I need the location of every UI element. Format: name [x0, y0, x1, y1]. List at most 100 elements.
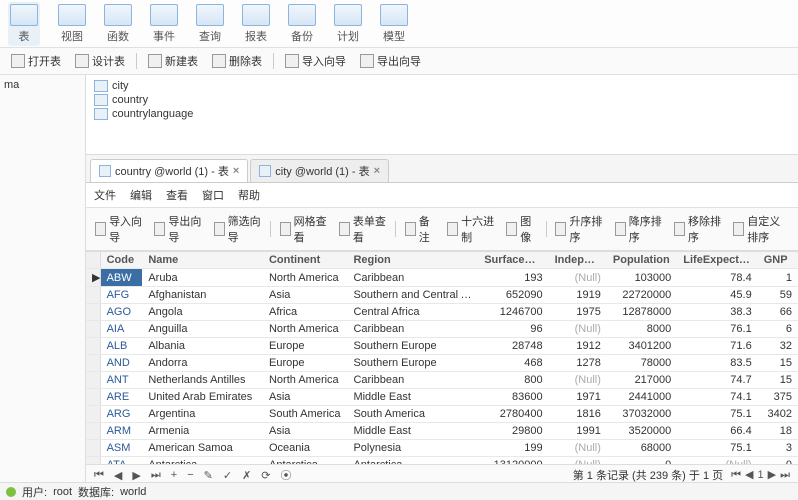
table-row[interactable]: ALBAlbaniaEuropeSouthern Europe287481912…	[86, 338, 798, 355]
cell-Region[interactable]: Polynesia	[347, 440, 478, 457]
cell-GNP[interactable]: 1	[758, 269, 798, 287]
row-header[interactable]	[86, 372, 100, 389]
col-GNP[interactable]: GNP	[758, 252, 798, 269]
cell-Code[interactable]: ARM	[100, 423, 142, 440]
cell-SurfaceArea[interactable]: 652090	[478, 287, 548, 304]
tab[interactable]: city @world (1) - 表×	[250, 159, 389, 182]
col-Code[interactable]: Code	[100, 252, 142, 269]
row-header[interactable]	[86, 423, 100, 440]
cell-Continent[interactable]: Antarctica	[263, 457, 347, 465]
cell-LifeExpectancy[interactable]: 66.4	[677, 423, 757, 440]
cell-IndepYear[interactable]: 1278	[549, 355, 607, 372]
table-row[interactable]: ANTNetherlands AntillesNorth AmericaCari…	[86, 372, 798, 389]
cell-Code[interactable]: AFG	[100, 287, 142, 304]
toolbar-导入向导[interactable]: 导入向导	[280, 51, 351, 71]
cell-Name[interactable]: Andorra	[142, 355, 263, 372]
table-row[interactable]: ▶ABWArubaNorth AmericaCaribbean193(Null)…	[86, 269, 798, 287]
cell-GNP[interactable]: 6	[758, 321, 798, 338]
table-row[interactable]: ARGArgentinaSouth AmericaSouth America27…	[86, 406, 798, 423]
tablebtn-升序排序[interactable]: 升序排序	[550, 211, 607, 247]
tablebtn-筛选向导[interactable]: 筛选向导	[209, 211, 266, 247]
cell-GNP[interactable]: 59	[758, 287, 798, 304]
cell-LifeExpectancy[interactable]: 78.4	[677, 269, 757, 287]
cell-Name[interactable]: Angola	[142, 304, 263, 321]
cell-LifeExpectancy[interactable]: 74.1	[677, 389, 757, 406]
ribbon-函数[interactable]: 函数	[104, 4, 132, 44]
ribbon-计划[interactable]: 计划	[334, 4, 362, 44]
cell-IndepYear[interactable]: 1912	[549, 338, 607, 355]
cell-Region[interactable]: Caribbean	[347, 321, 478, 338]
cell-LifeExpectancy[interactable]: 83.5	[677, 355, 757, 372]
cell-SurfaceArea[interactable]: 199	[478, 440, 548, 457]
page-nav[interactable]: ▶	[766, 469, 778, 481]
cell-Population[interactable]: 3520000	[607, 423, 677, 440]
cell-SurfaceArea[interactable]: 28748	[478, 338, 548, 355]
cell-SurfaceArea[interactable]: 83600	[478, 389, 548, 406]
cell-Population[interactable]: 37032000	[607, 406, 677, 423]
page-nav[interactable]: ⏮	[729, 469, 743, 481]
toolbar-设计表[interactable]: 设计表	[70, 51, 130, 71]
row-header[interactable]	[86, 355, 100, 372]
cell-Population[interactable]: 8000	[607, 321, 677, 338]
cell-LifeExpectancy[interactable]: 76.1	[677, 321, 757, 338]
cell-LifeExpectancy[interactable]: 75.1	[677, 440, 757, 457]
cell-IndepYear[interactable]: (Null)	[549, 457, 607, 465]
cell-Continent[interactable]: Africa	[263, 304, 347, 321]
row-header[interactable]	[86, 304, 100, 321]
cell-Name[interactable]: Argentina	[142, 406, 263, 423]
ribbon-报表[interactable]: 报表	[242, 4, 270, 44]
cell-GNP[interactable]: 18	[758, 423, 798, 440]
table-row[interactable]: AREUnited Arab EmiratesAsiaMiddle East83…	[86, 389, 798, 406]
cell-Region[interactable]: Central Africa	[347, 304, 478, 321]
col-Continent[interactable]: Continent	[263, 252, 347, 269]
table-row[interactable]: ASMAmerican SamoaOceaniaPolynesia199(Nul…	[86, 440, 798, 457]
nav-first-icon[interactable]: ⏮	[92, 469, 106, 482]
cell-IndepYear[interactable]: (Null)	[549, 269, 607, 287]
cell-LifeExpectancy[interactable]: 74.7	[677, 372, 757, 389]
cell-Region[interactable]: Middle East	[347, 423, 478, 440]
col-IndepYear[interactable]: IndepYear	[549, 252, 607, 269]
cell-Name[interactable]: Anguilla	[142, 321, 263, 338]
cell-Name[interactable]: American Samoa	[142, 440, 263, 457]
cell-GNP[interactable]: 15	[758, 372, 798, 389]
row-header[interactable]	[86, 321, 100, 338]
cell-Region[interactable]: Southern Europe	[347, 355, 478, 372]
ribbon-模型[interactable]: 模型	[380, 4, 408, 44]
nav-prev-icon[interactable]: ◀	[112, 469, 124, 482]
cell-Continent[interactable]: Oceania	[263, 440, 347, 457]
cell-IndepYear[interactable]: (Null)	[549, 321, 607, 338]
cell-Continent[interactable]: North America	[263, 372, 347, 389]
row-header[interactable]	[86, 457, 100, 465]
cell-Population[interactable]: 2441000	[607, 389, 677, 406]
cell-Name[interactable]: United Arab Emirates	[142, 389, 263, 406]
table-row[interactable]: ARMArmeniaAsiaMiddle East298001991352000…	[86, 423, 798, 440]
cell-SurfaceArea[interactable]: 1246700	[478, 304, 548, 321]
page-nav[interactable]: ⏭	[778, 469, 792, 481]
cell-Code[interactable]: ALB	[100, 338, 142, 355]
col-SurfaceArea[interactable]: SurfaceArea	[478, 252, 548, 269]
toolbar-打开表[interactable]: 打开表	[6, 51, 66, 71]
menu-编辑[interactable]: 编辑	[130, 187, 152, 203]
nav-edit-icon[interactable]: ✎	[202, 469, 215, 482]
ribbon-表[interactable]: 表	[8, 2, 40, 46]
tree-item-city[interactable]: city	[94, 79, 790, 93]
cell-GNP[interactable]: 3402	[758, 406, 798, 423]
cell-Name[interactable]: Armenia	[142, 423, 263, 440]
cell-Continent[interactable]: North America	[263, 269, 347, 287]
row-header[interactable]: ▶	[86, 269, 100, 287]
row-header[interactable]	[86, 440, 100, 457]
data-grid[interactable]: CodeNameContinentRegionSurfaceAreaIndepY…	[86, 251, 798, 464]
ribbon-查询[interactable]: 查询	[196, 4, 224, 44]
cell-Population[interactable]: 217000	[607, 372, 677, 389]
table-row[interactable]: AFGAfghanistanAsiaSouthern and Central A…	[86, 287, 798, 304]
cell-Population[interactable]: 68000	[607, 440, 677, 457]
cell-Code[interactable]: ATA	[100, 457, 142, 465]
col-Population[interactable]: Population	[607, 252, 677, 269]
tab[interactable]: country @world (1) - 表×	[90, 159, 248, 182]
nav-del-icon[interactable]: −	[185, 469, 195, 481]
cell-Population[interactable]: 103000	[607, 269, 677, 287]
cell-LifeExpectancy[interactable]: 71.6	[677, 338, 757, 355]
col-LifeExpectancy[interactable]: LifeExpectancy	[677, 252, 757, 269]
cell-Region[interactable]: South America	[347, 406, 478, 423]
cell-Continent[interactable]: Europe	[263, 355, 347, 372]
